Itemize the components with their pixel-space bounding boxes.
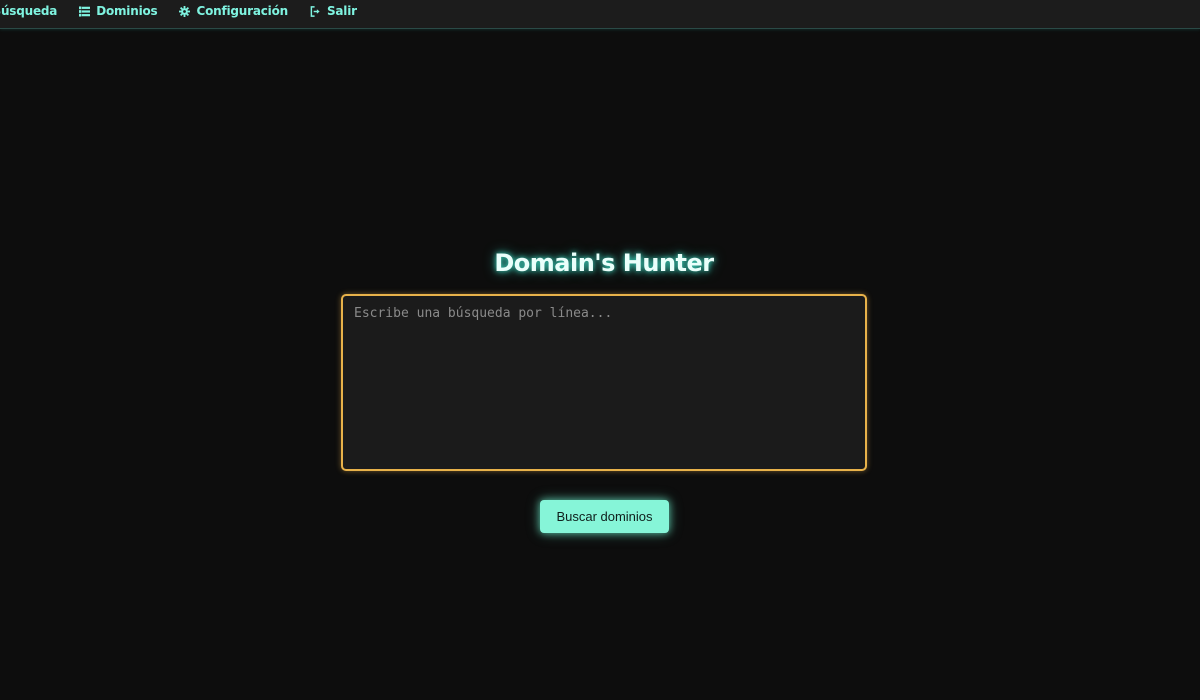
nav-item-label: Configuración <box>196 4 288 18</box>
nav-item-dominios[interactable]: Dominios <box>79 4 158 18</box>
search-query-input[interactable] <box>341 294 867 471</box>
nav-item-configuracion[interactable]: Configuración <box>179 4 288 18</box>
nav-item-salir[interactable]: Salir <box>310 4 357 18</box>
page-title: Domain's Hunter <box>494 249 714 277</box>
nav-item-label: Búsqueda <box>0 4 58 18</box>
nav-item-busqueda[interactable]: Búsqueda <box>0 4 57 18</box>
main-nav: Búsqueda Dominios <box>0 0 379 22</box>
gear-icon <box>179 5 191 17</box>
list-icon <box>79 5 91 17</box>
nav-item-label: Salir <box>326 4 357 18</box>
logout-icon <box>310 5 320 17</box>
top-navbar: Búsqueda Dominios <box>0 0 1200 29</box>
nav-item-label: Dominios <box>96 4 158 18</box>
search-domains-button[interactable]: Buscar dominios <box>540 500 669 533</box>
